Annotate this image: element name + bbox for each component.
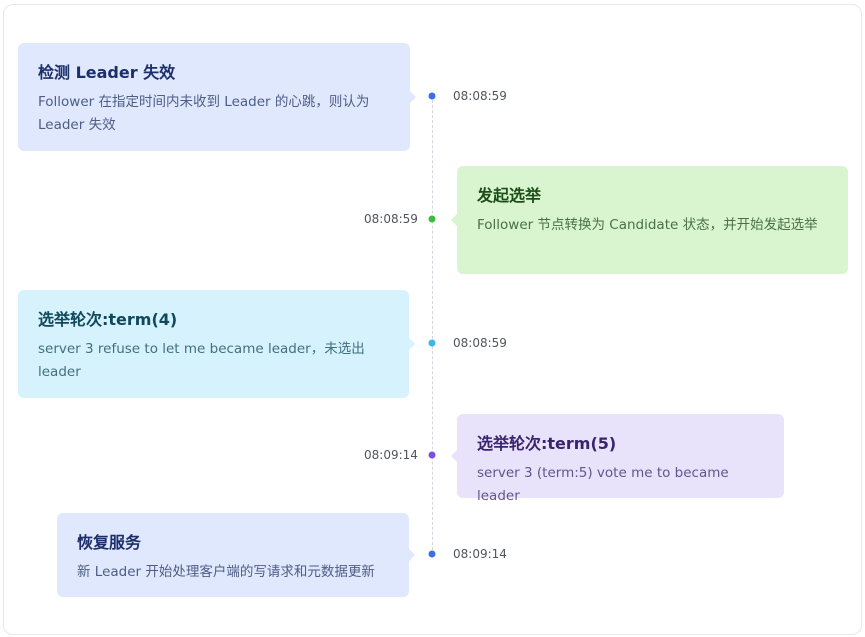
timeline-dot (428, 550, 436, 558)
event-description: server 3 (term:5) vote me to became lead… (477, 465, 729, 504)
timeline-dot (428, 339, 436, 347)
event-card-term-4: 选举轮次:term(4) server 3 refuse to let me b… (18, 290, 415, 398)
event-time: 08:08:59 (453, 336, 507, 350)
event-card-restore-service: 恢复服务 新 Leader 开始处理客户端的写请求和元数据更新 (57, 513, 415, 597)
timeline-dot (428, 451, 436, 459)
event-title: 发起选举 (477, 186, 542, 205)
event-time: 08:09:14 (364, 448, 418, 462)
event-description: Follower 在指定时间内未收到 Leader 的心跳，则认为 Leader… (38, 94, 370, 133)
event-title: 恢复服务 (77, 533, 142, 552)
event-title: 检测 Leader 失效 (38, 63, 176, 82)
timeline-dot (428, 92, 436, 100)
timeline-axis (432, 95, 433, 555)
event-title: 选举轮次:term(5) (477, 434, 617, 453)
event-description: 新 Leader 开始处理客户端的写请求和元数据更新 (77, 564, 375, 580)
timeline-dot (428, 215, 436, 223)
event-description: Follower 节点转换为 Candidate 状态，并开始发起选举 (477, 217, 818, 233)
event-title: 选举轮次:term(4) (38, 310, 178, 329)
event-time: 08:08:59 (453, 89, 507, 103)
event-description: server 3 refuse to let me became leader，… (38, 341, 365, 380)
event-card-start-election: 发起选举 Follower 节点转换为 Candidate 状态，并开始发起选举 (451, 166, 848, 274)
event-card-term-5: 选举轮次:term(5) server 3 (term:5) vote me t… (451, 414, 784, 504)
event-time: 08:09:14 (453, 547, 507, 561)
event-time: 08:08:59 (364, 212, 418, 226)
event-card-leader-failure: 检测 Leader 失效 Follower 在指定时间内未收到 Leader 的… (18, 43, 416, 151)
